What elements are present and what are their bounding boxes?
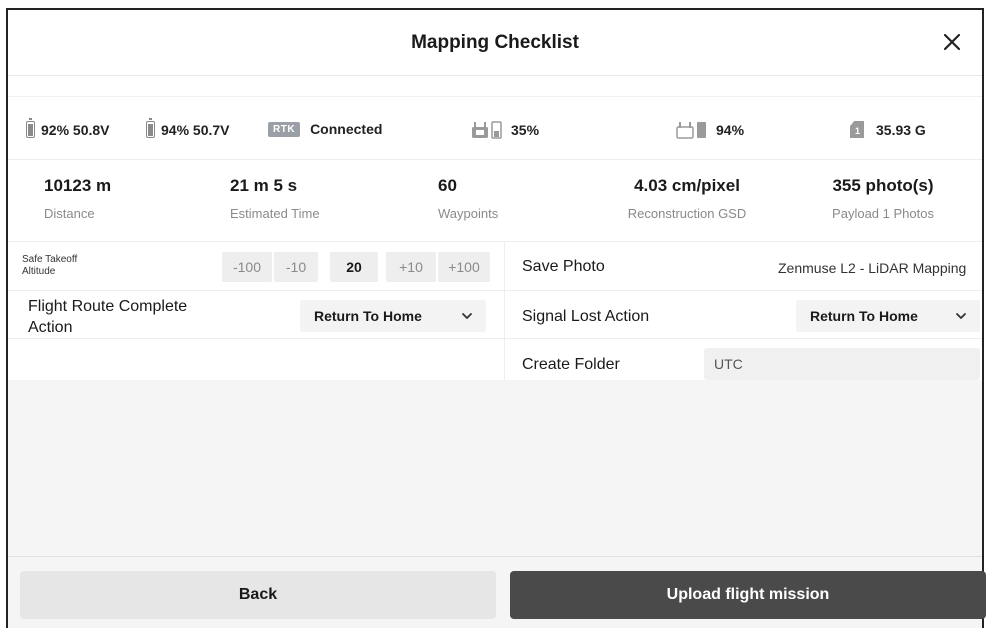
back-button[interactable]: Back bbox=[20, 571, 496, 619]
create-folder-input[interactable] bbox=[704, 348, 980, 380]
save-photo-value: Zenmuse L2 - LiDAR Mapping bbox=[778, 260, 967, 276]
mission-stats: 10123 m Distance 21 m 5 s Estimated Time… bbox=[8, 160, 982, 242]
rtk-status-text: Connected bbox=[310, 121, 383, 137]
stat-label: Reconstruction GSD bbox=[627, 206, 747, 221]
battery-1-status: 92% 50.8V bbox=[26, 118, 110, 138]
row-divider bbox=[8, 290, 504, 291]
close-icon[interactable] bbox=[940, 30, 964, 54]
battery-1-text: 92% 50.8V bbox=[41, 121, 110, 138]
stat-label: Estimated Time bbox=[230, 206, 320, 221]
battery-2-status: 94% 50.7V bbox=[146, 118, 230, 138]
storage-text: 35.93 G bbox=[876, 121, 926, 138]
stat-value: 10123 m bbox=[44, 176, 112, 195]
stat-value: 60 bbox=[438, 176, 457, 195]
stat-label: Payload 1 Photos bbox=[832, 206, 934, 221]
altitude-value-field[interactable]: 20 bbox=[330, 252, 378, 282]
stat-distance: 10123 m Distance bbox=[44, 176, 111, 221]
mission-settings: Safe Takeoff Altitude -100 -10 20 +10 +1… bbox=[8, 242, 982, 380]
dropdown-value: Return To Home bbox=[314, 308, 422, 324]
stat-estimated-time: 21 m 5 s Estimated Time bbox=[230, 176, 320, 221]
mapping-checklist-dialog: Mapping Checklist 92% 50.8V 94% 50.7V RT… bbox=[6, 8, 986, 628]
stat-value: 4.03 cm/pixel bbox=[634, 176, 740, 195]
stat-waypoints: 60 Waypoints bbox=[438, 176, 498, 221]
rtk-badge: RTK bbox=[268, 121, 301, 137]
dialog-title: Mapping Checklist bbox=[411, 32, 579, 53]
stat-gsd: 4.03 cm/pixel Reconstruction GSD bbox=[622, 176, 752, 221]
video-transmission-signal-icon bbox=[676, 122, 706, 139]
row-divider bbox=[504, 290, 982, 291]
signal-lost-action-label: Signal Lost Action bbox=[522, 308, 650, 325]
altitude-plus-10-button[interactable]: +10 bbox=[386, 252, 436, 282]
save-photo-label: Save Photo bbox=[522, 258, 605, 275]
stat-payload-photos: 355 photo(s) Payload 1 Photos bbox=[818, 176, 948, 221]
sd-card-icon: 1 bbox=[850, 121, 864, 138]
route-complete-action-dropdown[interactable]: Return To Home bbox=[300, 300, 486, 332]
battery-icon bbox=[26, 118, 35, 138]
chevron-down-icon bbox=[462, 313, 472, 319]
row-divider bbox=[8, 338, 504, 339]
chevron-down-icon bbox=[956, 313, 966, 319]
safe-takeoff-altitude-label: Safe Takeoff Altitude bbox=[22, 254, 78, 277]
column-divider bbox=[504, 242, 505, 380]
flight-route-complete-label: Flight Route Complete Action bbox=[28, 298, 188, 336]
rtk-status: RTK Connected bbox=[268, 121, 382, 137]
dialog-header: Mapping Checklist bbox=[8, 10, 982, 76]
altitude-minus-100-button[interactable]: -100 bbox=[222, 252, 272, 282]
battery-icon bbox=[146, 118, 155, 138]
dropdown-value: Return To Home bbox=[810, 308, 918, 324]
rc-signal-text: 35% bbox=[511, 122, 540, 138]
sd-card-badge: 1 bbox=[855, 126, 861, 136]
battery-2-text: 94% 50.7V bbox=[161, 121, 230, 138]
altitude-plus-100-button[interactable]: +100 bbox=[438, 252, 490, 282]
stat-value: 355 photo(s) bbox=[832, 176, 934, 195]
stat-label: Waypoints bbox=[438, 206, 499, 221]
upload-flight-mission-button[interactable]: Upload flight mission bbox=[510, 571, 986, 619]
dialog-footer: Back Upload flight mission bbox=[8, 556, 986, 628]
altitude-minus-10-button[interactable]: -10 bbox=[274, 252, 318, 282]
signal-lost-action-dropdown[interactable]: Return To Home bbox=[796, 300, 980, 332]
remote-controller-signal-icon bbox=[472, 121, 502, 139]
create-folder-label: Create Folder bbox=[522, 356, 620, 373]
content-empty-area bbox=[8, 380, 982, 556]
rc-signal-status: 35% bbox=[471, 121, 539, 139]
status-bar: 92% 50.8V 94% 50.7V RTK Connected 35% 94… bbox=[8, 96, 982, 160]
video-signal-text: 94% bbox=[716, 122, 745, 138]
storage-status: 1 35.93 G bbox=[850, 121, 926, 138]
row-divider bbox=[504, 338, 982, 339]
video-signal-status: 94% bbox=[676, 121, 744, 139]
stat-value: 21 m 5 s bbox=[230, 176, 298, 195]
stat-label: Distance bbox=[44, 206, 95, 221]
